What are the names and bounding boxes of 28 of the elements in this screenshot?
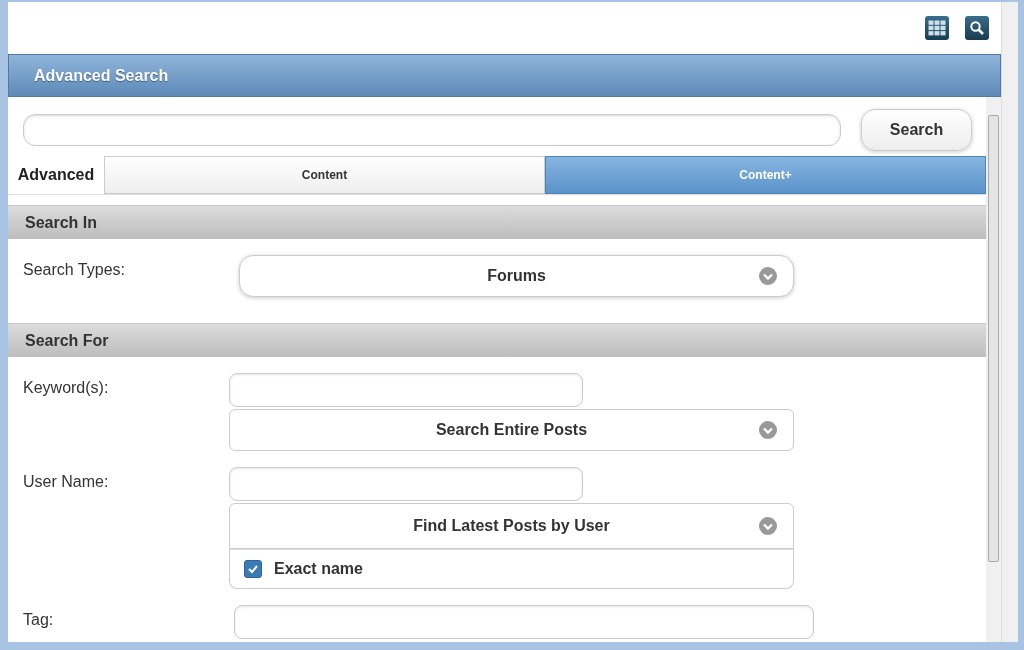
checkmark-icon: [247, 563, 259, 575]
text-input[interactable]: [229, 373, 583, 407]
field-label: Tag:: [23, 610, 55, 630]
tabs-label: Advanced: [16, 165, 96, 185]
section-header: Search In: [8, 205, 986, 239]
chevron-down-icon: [759, 421, 777, 439]
search-button[interactable]: Search: [861, 109, 972, 151]
field-label: Keyword(s):: [23, 378, 110, 398]
dropdown[interactable]: Forums: [239, 255, 794, 297]
scrollbar[interactable]: [986, 97, 1001, 642]
search-icon[interactable]: [965, 16, 989, 40]
text-input[interactable]: [229, 467, 583, 501]
checkbox[interactable]: [244, 560, 262, 578]
tab[interactable]: Content: [104, 156, 545, 194]
chevron-down-icon: [759, 267, 777, 285]
section-header: Search For: [8, 323, 986, 357]
field-label: User Name:: [23, 472, 110, 492]
window-scrollbar[interactable]: [1001, 2, 1018, 642]
grid-icon[interactable]: [925, 16, 949, 40]
page-title: Advanced Search: [8, 54, 1001, 97]
search-field[interactable]: [23, 114, 841, 146]
checkbox-row[interactable]: Exact name: [229, 549, 794, 589]
field-label: Search Types:: [23, 260, 126, 280]
dropdown[interactable]: Find Latest Posts by User: [229, 503, 794, 549]
dropdown[interactable]: Search Entire Posts: [229, 409, 794, 451]
chevron-down-icon: [759, 517, 777, 535]
text-input[interactable]: [234, 605, 814, 639]
checkbox-label: Exact name: [274, 560, 363, 578]
